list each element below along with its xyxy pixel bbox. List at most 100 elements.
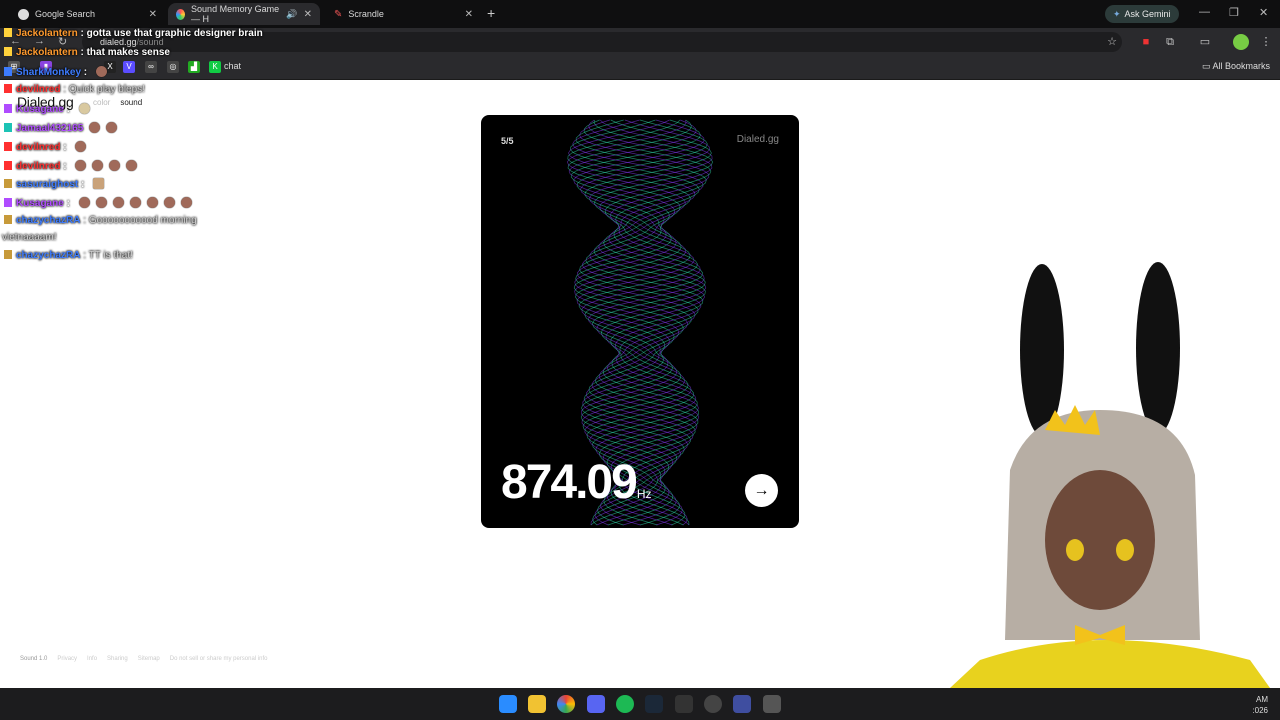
ask-gemini-button[interactable]: ✦ Ask Gemini (1105, 5, 1179, 23)
badge-icon (4, 215, 12, 224)
all-bookmarks-label: All Bookmarks (1212, 61, 1270, 71)
cast-icon[interactable]: ▭ (1197, 34, 1213, 50)
badge-icon (4, 179, 12, 188)
extension-red-icon[interactable]: ■ (1138, 34, 1154, 50)
footer-sharing-link[interactable]: Sharing (107, 656, 128, 662)
face (1045, 470, 1155, 610)
discord-icon[interactable] (587, 695, 605, 713)
vtuber-avatar (950, 262, 1270, 688)
badge-icon (4, 47, 12, 56)
footer-sitemap-link[interactable]: Sitemap (138, 656, 160, 662)
new-tab-icon[interactable]: + (487, 5, 495, 21)
profile-avatar-icon[interactable] (1233, 34, 1249, 50)
chat-text: Quick play bleps! (68, 84, 145, 95)
emote-icon (75, 160, 87, 171)
extensions-puzzle-icon[interactable]: ⧉ (1162, 34, 1178, 50)
close-icon[interactable]: ✕ (304, 9, 312, 20)
star-icon[interactable]: ☆ (1104, 34, 1120, 50)
emote-icon (78, 197, 90, 208)
emote-icon (126, 160, 138, 171)
emote-icon (180, 197, 192, 208)
chat-message: devilnred : (4, 141, 87, 153)
restore-icon[interactable]: ❐ (1229, 6, 1239, 19)
footer-version: Sound 1.0 (20, 656, 48, 662)
sound-card: 5/5 Dialed.gg 874.09 Hz → (481, 115, 799, 528)
more-menu-icon[interactable]: ⋮ (1258, 34, 1274, 50)
terminal-icon[interactable] (675, 695, 693, 713)
emote-icon (146, 197, 158, 208)
text-cursor-icon: ⌶ (711, 116, 719, 130)
emote-icon (163, 197, 175, 208)
chat-message: SharkMonkey : (4, 66, 107, 78)
close-icon[interactable]: ✕ (465, 9, 473, 20)
badge-icon (4, 198, 12, 207)
footer-do-not-sell-link[interactable]: Do not sell or share my personal info (170, 656, 268, 662)
chrome-icon[interactable] (557, 695, 575, 713)
chat-text: TT is that! (88, 250, 133, 261)
tab-scrandle[interactable]: ✎ Scrandle ✕ (326, 3, 481, 25)
chat-message: devilnred : (4, 160, 138, 172)
emote-icon (95, 197, 107, 208)
footer-privacy-link[interactable]: Privacy (57, 656, 77, 662)
chat-message: Jackolantern : gotta use that graphic de… (4, 28, 263, 39)
chat-message: chazychazRA : Gooooooooood morning (4, 215, 197, 226)
chat-text: that makes sense (86, 47, 170, 58)
next-button[interactable]: → (745, 474, 778, 507)
emote-icon (95, 66, 107, 77)
minimize-icon[interactable]: — (1199, 6, 1210, 18)
emote-icon (78, 103, 90, 114)
chat-user: chazychazRA (16, 215, 81, 226)
badge-icon (4, 250, 12, 259)
all-bookmarks-button[interactable]: ▭ All Bookmarks (1202, 61, 1270, 72)
vseeface-icon[interactable] (733, 695, 751, 713)
badge-icon (4, 104, 12, 113)
frequency-unit: Hz (636, 487, 652, 501)
chat-message: Kusagane : (4, 197, 192, 209)
system-clock[interactable]: AM :026 (1252, 694, 1268, 716)
chat-user: Jackolantern (16, 47, 78, 58)
chat-user: sasuraighost (16, 179, 79, 190)
emote-icon (93, 178, 105, 189)
badge-icon (4, 28, 12, 37)
spotify-icon[interactable] (616, 695, 634, 713)
frequency-value: 874.09 (501, 456, 638, 509)
steam-icon[interactable] (645, 695, 663, 713)
close-window-icon[interactable]: ✕ (1259, 6, 1268, 19)
emote-icon (106, 122, 118, 133)
badge-icon (4, 84, 12, 93)
emote-icon (89, 122, 101, 133)
scrandle-favicon-icon: ✎ (334, 8, 343, 20)
emote-icon (112, 197, 124, 208)
arrow-right-icon: → (753, 482, 770, 499)
chat-user: devilnred (16, 142, 61, 153)
windows-start-icon[interactable] (499, 695, 517, 713)
ask-gemini-label: Ask Gemini (1124, 9, 1171, 19)
chat-message: devilnred : Quick play bleps! (4, 84, 145, 95)
chat-message: Jackolantern : that makes sense (4, 47, 170, 58)
chat-user: Jackolantern (16, 28, 78, 39)
footer-info-link[interactable]: Info (87, 656, 97, 662)
file-explorer-icon[interactable] (528, 695, 546, 713)
outfit (950, 640, 1270, 688)
chat-text: gotta use that graphic designer brain (86, 28, 263, 39)
chat-user: devilnred (16, 84, 61, 95)
badge-icon (4, 142, 12, 151)
stream-chat-overlay: Jackolantern : gotta use that graphic de… (0, 0, 300, 270)
obs-icon[interactable] (704, 695, 722, 713)
chat-user: SharkMonkey (16, 67, 82, 78)
chat-user: Kusagane (16, 104, 64, 115)
chat-user: devilnred (16, 161, 61, 172)
chat-user: Kusagane (16, 198, 64, 209)
eye-left (1066, 539, 1084, 561)
folder-icon: ▭ (1201, 61, 1213, 71)
tab-title: Scrandle (348, 9, 384, 19)
frequency-readout: 874.09 Hz (501, 455, 651, 510)
eye-right (1116, 539, 1134, 561)
settings-gear-icon[interactable] (763, 695, 781, 713)
round-counter: 5/5 (501, 136, 514, 146)
chat-message-continuation: vietnaaaam! (2, 232, 56, 243)
emote-icon (75, 141, 87, 152)
card-brand: Dialed.gg (736, 134, 779, 145)
chat-text: vietnaaaam! (2, 232, 57, 243)
chat-text: Gooooooooood morning (88, 215, 197, 226)
